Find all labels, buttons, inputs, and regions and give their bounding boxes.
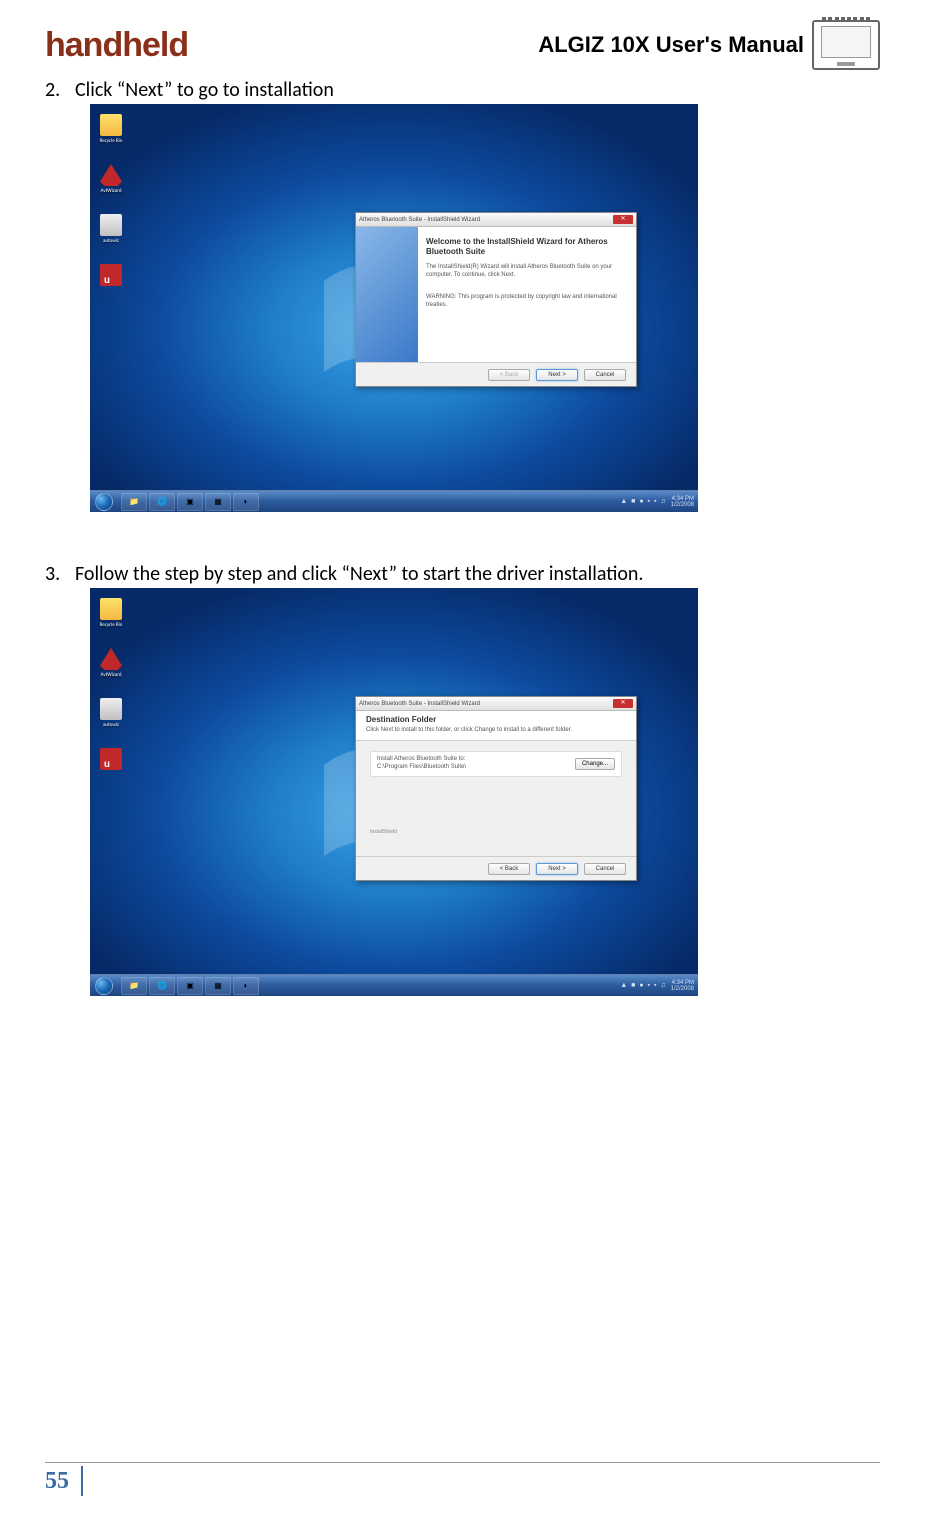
- start-button[interactable]: [90, 491, 118, 513]
- step-3-number: 3.: [45, 562, 75, 586]
- taskbar-item[interactable]: ◐: [233, 493, 259, 511]
- cancel-button[interactable]: Cancel: [584, 369, 626, 381]
- next-button[interactable]: Next >: [536, 369, 578, 381]
- systray-icons[interactable]: ▲ ■ ● ▪ ▪ ♫: [620, 498, 666, 505]
- wizard-heading: Destination Folder: [366, 715, 626, 725]
- taskbar-time: 4:34 PM: [671, 496, 694, 502]
- taskbar-item[interactable]: 🌐: [149, 977, 175, 995]
- cancel-button[interactable]: Cancel: [584, 863, 626, 875]
- desktop-shortcut-icon: autowiz: [96, 214, 126, 244]
- close-icon[interactable]: ✕: [613, 699, 633, 708]
- page-footer: 55: [45, 1462, 880, 1496]
- start-button[interactable]: [90, 975, 118, 997]
- taskbar-item[interactable]: 🌐: [149, 493, 175, 511]
- wizard-sidebar-image: [356, 227, 418, 362]
- install-wizard-dialog: Atheros Bluetooth Suite - InstallShield …: [355, 696, 637, 881]
- screenshot-1-desktop: Recycle Bin AvtWizard autowiz Atheros Bl…: [90, 104, 698, 512]
- close-icon[interactable]: ✕: [613, 215, 633, 224]
- taskbar-time: 4:34 PM: [671, 980, 694, 986]
- next-button[interactable]: Next >: [536, 863, 578, 875]
- page-number: 55: [45, 1468, 69, 1495]
- screenshot-2-desktop: Recycle Bin AvtWizard autowiz Atheros Bl…: [90, 588, 698, 996]
- wizard-titlebar: Atheros Bluetooth Suite - InstallShield …: [356, 213, 636, 227]
- recycle-bin-icon: Recycle Bin: [96, 598, 126, 628]
- change-button[interactable]: Change...: [575, 758, 615, 770]
- desktop-shortcut-icon: autowiz: [96, 698, 126, 728]
- desktop-shortcut-icon: AvtWizard: [96, 164, 126, 194]
- wizard-titlebar: Atheros Bluetooth Suite - InstallShield …: [356, 697, 636, 711]
- step-3: 3. Follow the step by step and click “Ne…: [45, 562, 880, 996]
- desktop-shortcut-icon: [96, 264, 126, 288]
- wizard-heading: Welcome to the InstallShield Wizard for …: [426, 237, 622, 256]
- destination-path: C:\Program Files\Bluetooth Suite\: [377, 764, 466, 772]
- desktop-shortcut-icon: [96, 748, 126, 772]
- taskbar-item[interactable]: 📁: [121, 493, 147, 511]
- taskbar-item[interactable]: ▣: [177, 977, 203, 995]
- taskbar-date: 1/2/2008: [671, 502, 694, 508]
- step-2: 2. Click “Next” to go to installation Re…: [45, 78, 880, 512]
- install-wizard-dialog: Atheros Bluetooth Suite - InstallShield …: [355, 212, 637, 387]
- recycle-bin-icon: Recycle Bin: [96, 114, 126, 144]
- taskbar-item[interactable]: 📁: [121, 977, 147, 995]
- taskbar-item[interactable]: ▦: [205, 977, 231, 995]
- destination-label: Install Atheros Bluetooth Suite to:: [377, 756, 466, 764]
- back-button[interactable]: < Back: [488, 369, 530, 381]
- page-header: handheld ALGIZ 10X User's Manual: [45, 20, 880, 70]
- taskbar-item[interactable]: ◐: [233, 977, 259, 995]
- device-icon: [812, 20, 880, 70]
- wizard-warning-text: WARNING: This program is protected by co…: [426, 294, 622, 310]
- windows-taskbar: 📁 🌐 ▣ ▦ ◐ ▲ ■ ● ▪ ▪ ♫ 4:34 PM 1/2/2008: [90, 974, 698, 996]
- step-2-number: 2.: [45, 78, 75, 102]
- desktop-shortcut-icon: AvtWizard: [96, 648, 126, 678]
- wizard-subheading: Click Next to install to this folder, or…: [366, 727, 626, 735]
- wizard-body-text: The InstallShield(R) Wizard will install…: [426, 264, 622, 280]
- handheld-logo: handheld: [45, 26, 188, 65]
- taskbar-item[interactable]: ▣: [177, 493, 203, 511]
- step-3-text: Follow the step by step and click “Next”…: [75, 562, 643, 586]
- installshield-label: InstallShield: [370, 829, 622, 835]
- windows-taskbar: 📁 🌐 ▣ ▦ ◐ ▲ ■ ● ▪ ▪ ♫ 4:34 PM 1/2/2008: [90, 490, 698, 512]
- systray-icons[interactable]: ▲ ■ ● ▪ ▪ ♫: [620, 982, 666, 989]
- step-2-text: Click “Next” to go to installation: [75, 78, 334, 102]
- back-button[interactable]: < Back: [488, 863, 530, 875]
- taskbar-date: 1/2/2008: [671, 986, 694, 992]
- taskbar-item[interactable]: ▦: [205, 493, 231, 511]
- manual-title: ALGIZ 10X User's Manual: [538, 32, 804, 58]
